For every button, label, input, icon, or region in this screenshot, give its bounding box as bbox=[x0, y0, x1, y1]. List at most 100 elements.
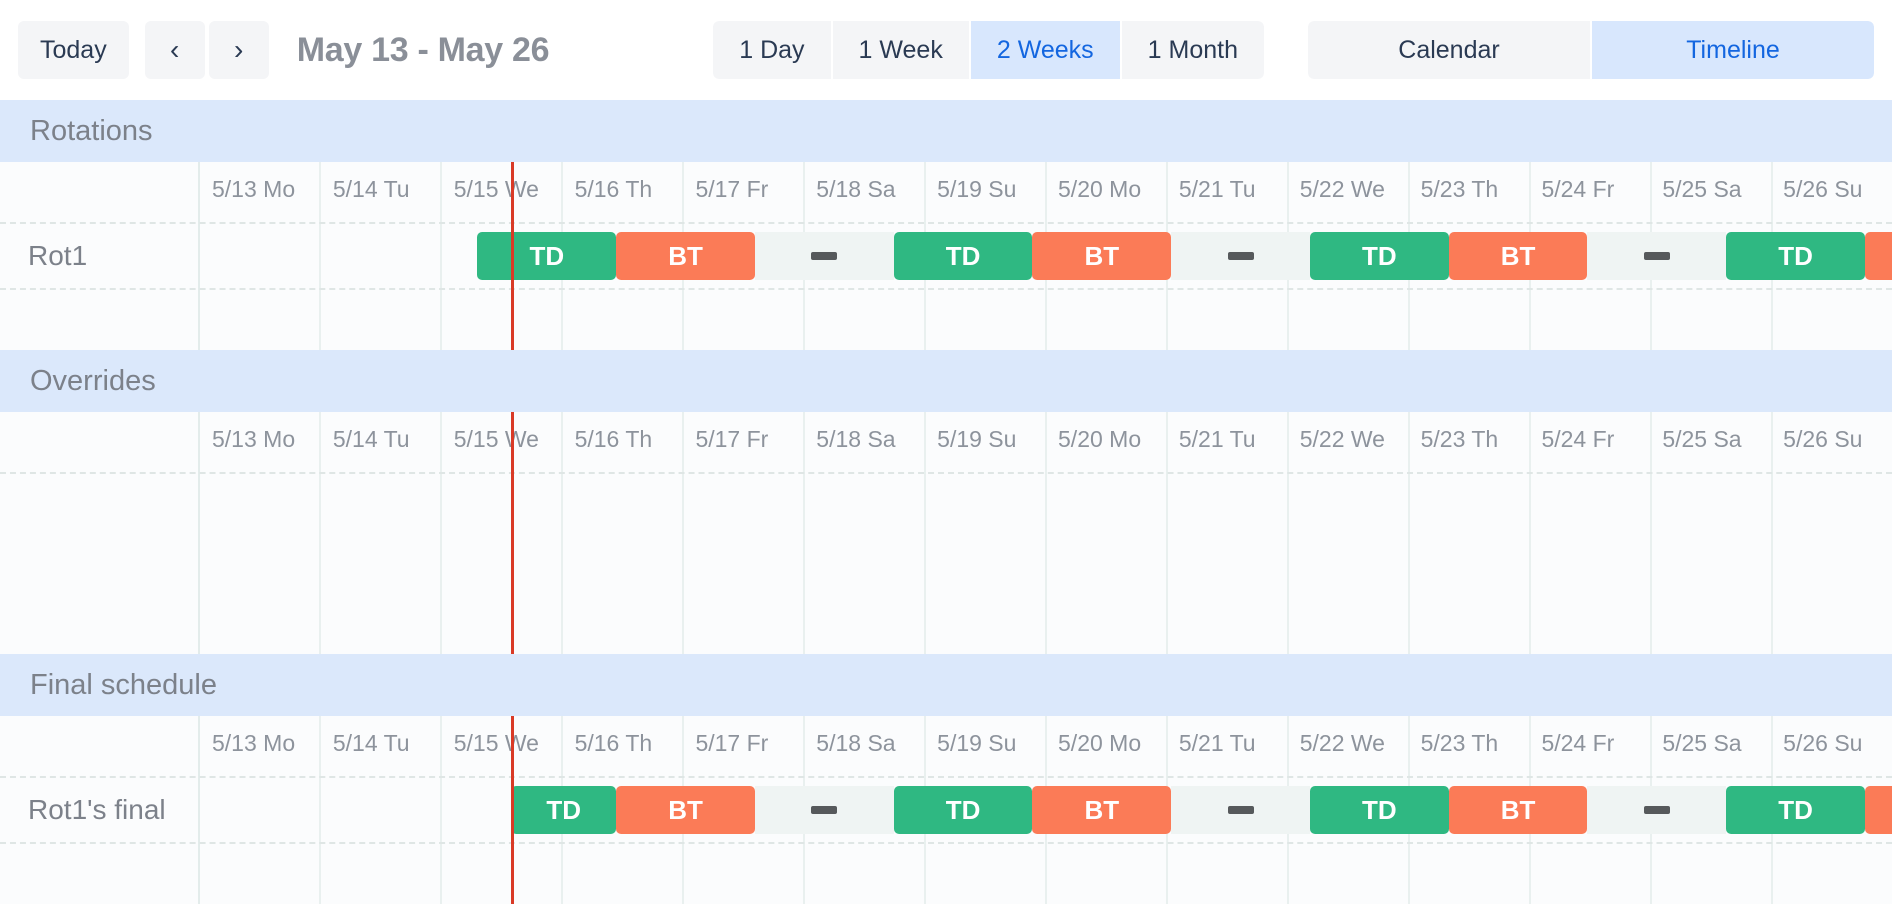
gap-dash-icon bbox=[811, 252, 837, 260]
shift-block-td[interactable]: TD bbox=[511, 786, 616, 834]
gap-dash-icon bbox=[1644, 252, 1670, 260]
previous-period-button[interactable]: ‹ bbox=[145, 21, 205, 79]
section-body-1: 5/13 Mo5/14 Tu5/15 We5/16 Th5/17 Fr5/18 … bbox=[0, 162, 1892, 350]
date-header-cell: 5/17 Fr bbox=[683, 716, 804, 757]
date-header-cell: 5/14 Tu bbox=[321, 716, 442, 757]
shift-block-td[interactable]: TD bbox=[477, 232, 616, 280]
shift-block-bt[interactable]: BT bbox=[1032, 232, 1171, 280]
row-padding-area[interactable] bbox=[0, 290, 1892, 350]
date-header-cell: 5/13 Mo bbox=[200, 412, 321, 453]
date-header-cell: 5/18 Sa bbox=[804, 162, 925, 203]
date-header-cell: 5/23 Th bbox=[1409, 162, 1530, 203]
date-header-cell: 5/16 Th bbox=[563, 162, 684, 203]
date-header-cell: 5/22 We bbox=[1288, 716, 1409, 757]
next-period-button[interactable]: › bbox=[209, 21, 269, 79]
section-body-2: 5/13 Mo5/14 Tu5/15 We5/16 Th5/17 Fr5/18 … bbox=[0, 412, 1892, 654]
gap-dash-icon bbox=[1644, 806, 1670, 814]
date-header-cell: 5/14 Tu bbox=[321, 412, 442, 453]
date-header-cell: 5/24 Fr bbox=[1529, 162, 1650, 203]
row-label: Rot1's final bbox=[0, 794, 200, 826]
shift-block-td[interactable]: TD bbox=[894, 786, 1033, 834]
date-header-cell: 5/23 Th bbox=[1409, 412, 1530, 453]
gap-dash-icon bbox=[1228, 252, 1254, 260]
date-header-cell: 5/16 Th bbox=[563, 412, 684, 453]
shift-block-bt[interactable]: BT bbox=[1449, 232, 1588, 280]
date-header-cell: 5/26 Su bbox=[1771, 412, 1892, 453]
shift-block-bt[interactable]: BT bbox=[1865, 786, 1892, 834]
date-header-cell: 5/21 Tu bbox=[1167, 716, 1288, 757]
date-header-cell: 5/15 We bbox=[442, 412, 563, 453]
shift-block-td[interactable]: TD bbox=[894, 232, 1033, 280]
row-label: Rot1 bbox=[0, 240, 200, 272]
view-mode-segmented-control: Calendar Timeline bbox=[1308, 21, 1874, 79]
date-header-cell: 5/20 Mo bbox=[1046, 716, 1167, 757]
event-lane: TDBTTDBTTDBTTDBT bbox=[200, 224, 1892, 288]
shift-gap bbox=[1587, 232, 1726, 280]
date-header-cell: 5/19 Su bbox=[925, 162, 1046, 203]
date-header-cell: 5/26 Su bbox=[1771, 162, 1892, 203]
date-header-cell: 5/13 Mo bbox=[200, 716, 321, 757]
date-header-cell: 5/19 Su bbox=[925, 716, 1046, 757]
date-header-cell: 5/20 Mo bbox=[1046, 412, 1167, 453]
date-header-cell: 5/23 Th bbox=[1409, 716, 1530, 757]
gap-dash-icon bbox=[811, 806, 837, 814]
date-header-row: 5/13 Mo5/14 Tu5/15 We5/16 Th5/17 Fr5/18 … bbox=[0, 716, 1892, 778]
date-header-cell: 5/17 Fr bbox=[683, 412, 804, 453]
section-title: Overrides bbox=[30, 365, 156, 398]
timeline-toolbar: Today ‹ › May 13 - May 26 1 Day 1 Week 2… bbox=[0, 0, 1892, 100]
shift-gap bbox=[755, 232, 894, 280]
shift-block-td[interactable]: TD bbox=[1726, 232, 1865, 280]
date-header-cell: 5/26 Su bbox=[1771, 716, 1892, 757]
empty-section-area[interactable] bbox=[0, 474, 1892, 654]
date-header-cell: 5/22 We bbox=[1288, 162, 1409, 203]
row-padding-area[interactable] bbox=[0, 844, 1892, 904]
zoom-option-1-day[interactable]: 1 Day bbox=[713, 21, 830, 79]
zoom-level-segmented-control: 1 Day 1 Week 2 Weeks 1 Month bbox=[713, 21, 1264, 79]
section-header-1: Rotations bbox=[0, 100, 1892, 162]
section-body-3: 5/13 Mo5/14 Tu5/15 We5/16 Th5/17 Fr5/18 … bbox=[0, 716, 1892, 904]
timeline-row: Rot1's finalTDBTTDBTTDBTTDBT bbox=[0, 778, 1892, 844]
date-header-cell: 5/24 Fr bbox=[1529, 716, 1650, 757]
date-header-cell: 5/15 We bbox=[442, 162, 563, 203]
date-header-cell: 5/25 Sa bbox=[1650, 716, 1771, 757]
date-header-cell: 5/21 Tu bbox=[1167, 162, 1288, 203]
shift-gap bbox=[1587, 786, 1726, 834]
date-header-cell: 5/13 Mo bbox=[200, 162, 321, 203]
date-header-cell: 5/22 We bbox=[1288, 412, 1409, 453]
gap-dash-icon bbox=[1228, 806, 1254, 814]
event-lane: TDBTTDBTTDBTTDBT bbox=[200, 778, 1892, 842]
date-header-cell: 5/25 Sa bbox=[1650, 412, 1771, 453]
zoom-option-2-weeks[interactable]: 2 Weeks bbox=[971, 21, 1120, 79]
timeline-row: Rot1TDBTTDBTTDBTTDBT bbox=[0, 224, 1892, 290]
section-title: Rotations bbox=[30, 115, 153, 148]
nav-button-group: ‹ › bbox=[145, 21, 269, 79]
date-header-cell: 5/17 Fr bbox=[683, 162, 804, 203]
date-header-cell: 5/20 Mo bbox=[1046, 162, 1167, 203]
section-title: Final schedule bbox=[30, 669, 217, 702]
date-header-cell: 5/25 Sa bbox=[1650, 162, 1771, 203]
shift-block-bt[interactable]: BT bbox=[1449, 786, 1588, 834]
shift-block-td[interactable]: TD bbox=[1310, 786, 1449, 834]
date-header-cell: 5/19 Su bbox=[925, 412, 1046, 453]
section-header-2: Overrides bbox=[0, 350, 1892, 412]
section-header-3: Final schedule bbox=[0, 654, 1892, 716]
today-button[interactable]: Today bbox=[18, 21, 129, 79]
shift-block-td[interactable]: TD bbox=[1310, 232, 1449, 280]
shift-block-bt[interactable]: BT bbox=[616, 232, 755, 280]
shift-block-td[interactable]: TD bbox=[1726, 786, 1865, 834]
schedule-timeline: Rotations5/13 Mo5/14 Tu5/15 We5/16 Th5/1… bbox=[0, 100, 1892, 904]
date-header-cell: 5/21 Tu bbox=[1167, 412, 1288, 453]
view-option-timeline[interactable]: Timeline bbox=[1592, 21, 1874, 79]
date-header-row: 5/13 Mo5/14 Tu5/15 We5/16 Th5/17 Fr5/18 … bbox=[0, 162, 1892, 224]
shift-gap bbox=[1171, 232, 1310, 280]
shift-block-bt[interactable]: BT bbox=[1865, 232, 1892, 280]
view-option-calendar[interactable]: Calendar bbox=[1308, 21, 1590, 79]
zoom-option-1-week[interactable]: 1 Week bbox=[833, 21, 969, 79]
shift-block-bt[interactable]: BT bbox=[1032, 786, 1171, 834]
shift-block-bt[interactable]: BT bbox=[616, 786, 755, 834]
date-header-cell: 5/18 Sa bbox=[804, 412, 925, 453]
zoom-option-1-month[interactable]: 1 Month bbox=[1122, 21, 1264, 79]
date-header-cell: 5/14 Tu bbox=[321, 162, 442, 203]
date-header-cell: 5/15 We bbox=[442, 716, 563, 757]
shift-gap bbox=[755, 786, 894, 834]
